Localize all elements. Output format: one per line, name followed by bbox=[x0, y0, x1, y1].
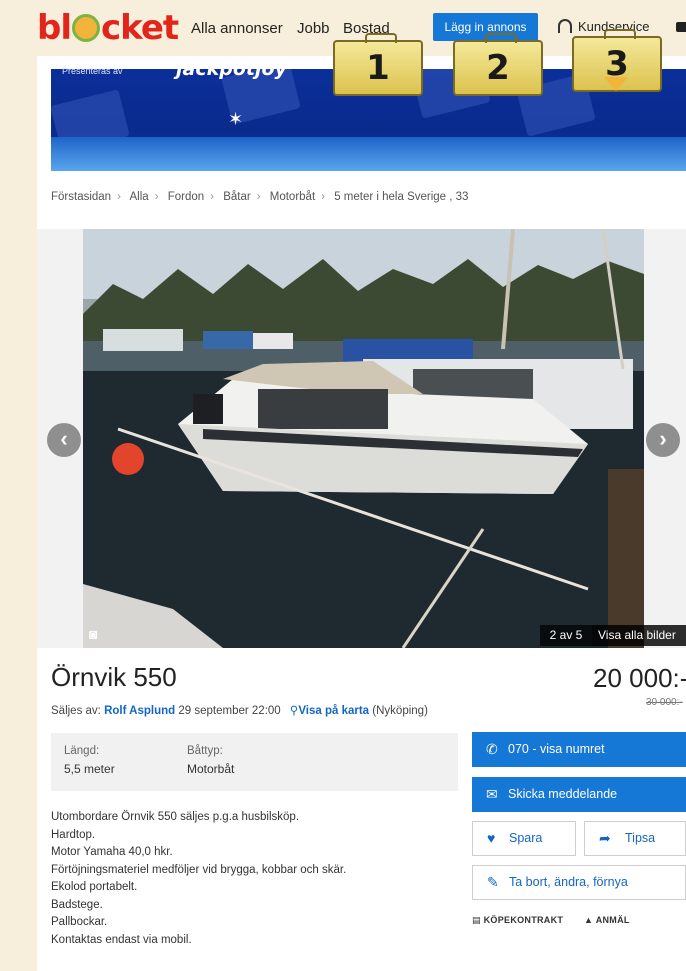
chevron-right-icon: › bbox=[210, 191, 215, 203]
share-button[interactable]: ➦ Tipsa bbox=[584, 821, 686, 856]
nav-all-ads[interactable]: Alla annonser bbox=[191, 20, 283, 37]
camera-icon: ◙ bbox=[89, 626, 98, 642]
pencil-icon: ✎ bbox=[487, 874, 499, 890]
message-icon: ✉ bbox=[486, 786, 498, 802]
image-counter: 2 av 5 bbox=[540, 625, 592, 646]
banner-bottom-band bbox=[51, 137, 686, 171]
breadcrumb-item[interactable]: Alla bbox=[130, 191, 149, 203]
purchase-contract-link[interactable]: ▤ KÖPEKONTRAKT bbox=[472, 915, 563, 926]
param-label: Båttyp: bbox=[187, 745, 223, 757]
sponsor-logo: jackpotjoy bbox=[176, 58, 287, 80]
param-value: 5,5 meter bbox=[64, 762, 115, 776]
heart-icon: ♥ bbox=[487, 830, 496, 846]
phone-icon: ✆ bbox=[486, 741, 498, 757]
listing-location: (Nyköping) bbox=[372, 705, 428, 717]
params-box: Längd: 5,5 meter Båttyp: Motorbåt bbox=[51, 733, 458, 791]
description-line: Kontaktas endast via mobil. bbox=[51, 933, 192, 946]
param-value: Motorbåt bbox=[187, 762, 235, 776]
breadcrumb-item[interactable]: Motorbåt bbox=[270, 191, 315, 203]
boat-photo-illustration bbox=[83, 229, 644, 648]
listing-title: Örnvik 550 bbox=[51, 662, 177, 692]
purchase-contract-label: KÖPEKONTRAKT bbox=[483, 915, 564, 925]
show-phone-button[interactable]: ✆ 070 - visa numret bbox=[472, 732, 686, 767]
listing-meta: Säljes av: Rolf Asplund 29 september 22:… bbox=[51, 703, 428, 717]
login-icon[interactable] bbox=[676, 22, 686, 32]
chevron-left-icon[interactable]: ‹ bbox=[47, 423, 81, 457]
edit-ad-label: Ta bort, ändra, förnya bbox=[509, 875, 628, 889]
nav-jobs[interactable]: Jobb bbox=[297, 20, 330, 37]
save-label: Spara bbox=[509, 831, 543, 845]
breadcrumb-item[interactable]: 5 meter i hela Sverige , 33 bbox=[334, 191, 468, 203]
breadcrumb: Förstasidan › Alla › Fordon › Båtar › Motorb… bbox=[51, 191, 468, 203]
chevron-right-icon[interactable]: › bbox=[646, 423, 680, 457]
seller-link[interactable]: Rolf Asplund bbox=[104, 705, 175, 717]
description-line: Förtöjningsmateriel medföljer vid brygga… bbox=[51, 863, 347, 876]
sparkle-icon: ✶ bbox=[228, 109, 244, 129]
description-line: Pallbockar. bbox=[51, 916, 108, 928]
breadcrumb-item[interactable]: Fordon bbox=[168, 191, 204, 203]
sponsor-prefix: Presenteras av bbox=[62, 66, 123, 76]
description-line: Motor Yamaha 40,0 hkr. bbox=[51, 846, 173, 858]
show-on-map-link[interactable]: Visa på karta bbox=[298, 705, 369, 717]
chevron-right-icon: › bbox=[256, 191, 261, 203]
description-line: Badstege. bbox=[51, 898, 103, 911]
description-line: Ekolod portabelt. bbox=[51, 881, 138, 893]
edit-ad-button[interactable]: ✎ Ta bort, ändra, förnya bbox=[472, 865, 686, 900]
show-phone-label: 070 - visa numret bbox=[508, 742, 605, 756]
listing-description: Utombordare Örnvik 550 säljes p.g.a husb… bbox=[51, 809, 461, 949]
send-message-button[interactable]: ✉ Skicka meddelande bbox=[472, 777, 686, 812]
seller-prefix: Säljes av: bbox=[51, 705, 101, 717]
chevron-right-icon: › bbox=[154, 191, 159, 203]
listing-date: 29 september 22:00 bbox=[178, 705, 281, 717]
report-link[interactable]: ▲ ANMÄL bbox=[584, 915, 630, 925]
logo-o-icon bbox=[72, 14, 100, 42]
headset-icon bbox=[558, 19, 572, 33]
old-price: 30 000:- bbox=[646, 697, 683, 708]
send-message-label: Skicka meddelande bbox=[508, 787, 618, 801]
share-label: Tipsa bbox=[625, 831, 656, 845]
breadcrumb-item[interactable]: Förstasidan bbox=[51, 191, 111, 203]
report-label: ANMÄL bbox=[595, 915, 630, 925]
view-all-images-button[interactable]: Visa alla bilder bbox=[592, 625, 686, 646]
description-line: Utombordare Örnvik 550 säljes p.g.a husb… bbox=[51, 811, 300, 823]
description-line: Hardtop. bbox=[51, 828, 96, 841]
blocket-logo[interactable]: bl cket bbox=[37, 8, 179, 48]
briefcase-1: 1 bbox=[333, 33, 423, 96]
param-label: Längd: bbox=[64, 745, 100, 757]
save-button[interactable]: ♥ Spara bbox=[472, 821, 576, 856]
chevron-right-icon: › bbox=[321, 191, 325, 203]
arrow-down-icon bbox=[604, 77, 628, 91]
briefcase-2: 2 bbox=[453, 33, 543, 96]
share-arrow-icon: ➦ bbox=[599, 830, 611, 846]
breadcrumb-item[interactable]: Båtar bbox=[223, 191, 251, 203]
listing-photo[interactable] bbox=[83, 229, 644, 648]
listing-price: 20 000:- bbox=[593, 663, 686, 693]
chevron-right-icon: › bbox=[117, 191, 121, 203]
